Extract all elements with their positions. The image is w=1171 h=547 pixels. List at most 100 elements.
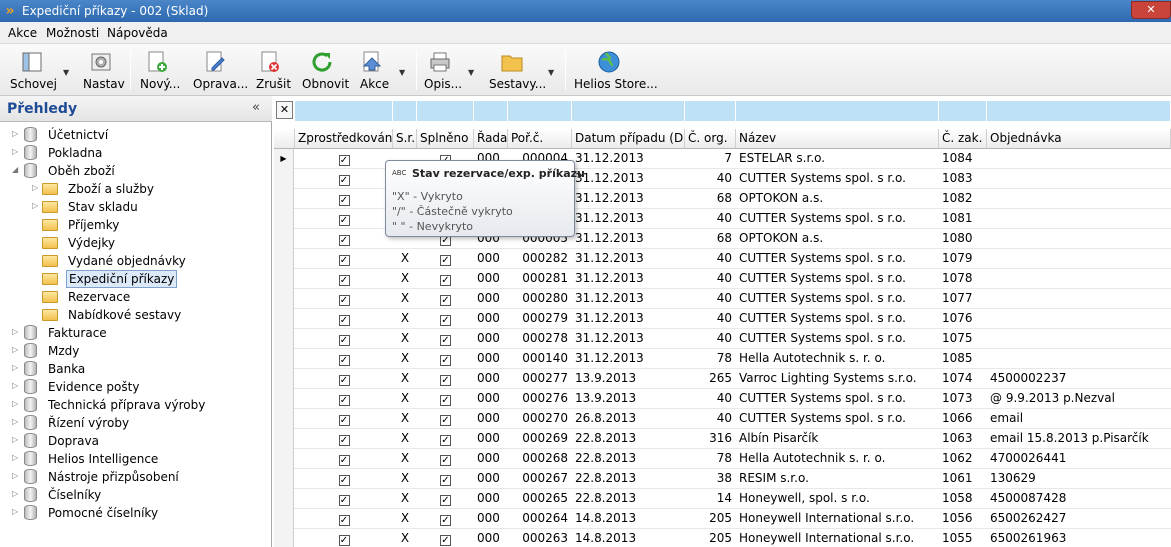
sidebar-item[interactable]: ▷ Banka (12, 360, 258, 378)
checkbox[interactable]: ✓ (440, 435, 451, 446)
filter-cell[interactable] (939, 101, 987, 121)
table-row[interactable]: ✓ X ✓ 000 000268 22.8.2013 78 Hella Autotechnik… (274, 449, 1171, 469)
expand-icon[interactable]: ▷ (12, 344, 21, 356)
col-header-c-zak[interactable]: Č. zak. (939, 129, 987, 149)
checkbox[interactable]: ✓ (338, 175, 350, 186)
table-row[interactable]: ✓ X ✓ 000 000270 26.8.2013 40 CUTTER Systems sp… (274, 409, 1171, 429)
expand-icon[interactable]: ▷ (32, 200, 41, 212)
checkbox[interactable]: ✓ (338, 375, 350, 386)
sidebar-item[interactable]: Příjemky (32, 216, 258, 234)
menu-moznosti[interactable]: Možnosti (46, 26, 99, 40)
checkbox[interactable]: ✓ (440, 535, 451, 546)
checkbox[interactable]: ✓ (338, 155, 350, 166)
row-indicator[interactable] (274, 169, 294, 189)
col-header-c-org[interactable]: Č. org. (685, 129, 736, 149)
sidebar-item[interactable]: ▷ Doprava (12, 432, 258, 450)
sidebar-item[interactable]: ▷ Zboží a služby (32, 180, 258, 198)
expand-icon[interactable]: ▷ (32, 182, 41, 194)
col-header-nazev[interactable]: Název (736, 129, 939, 149)
checkbox[interactable]: ✓ (440, 475, 451, 486)
sidebar-item[interactable]: ▷ Mzdy (12, 342, 258, 360)
expand-icon[interactable]: ▷ (12, 434, 21, 446)
checkbox[interactable]: ✓ (440, 335, 451, 346)
table-row[interactable]: ✓ X ✓ 000 000263 14.8.2013 205 Honeywell Intern… (274, 529, 1171, 547)
sidebar-item[interactable]: ▷ Účetnictví (12, 126, 258, 144)
menu-akce[interactable]: Akce (8, 26, 37, 40)
expand-icon[interactable]: ▷ (12, 380, 21, 392)
checkbox[interactable]: ✓ (338, 495, 350, 506)
sidebar-item[interactable]: ▷ Stav skladu (32, 198, 258, 216)
row-indicator[interactable] (274, 189, 294, 209)
helios-store-button[interactable]: Helios Store... (571, 46, 658, 94)
collapse-sidebar-icon[interactable]: « (252, 100, 260, 115)
checkbox[interactable]: ✓ (440, 495, 451, 506)
expand-icon[interactable]: ▷ (12, 470, 21, 482)
sidebar-item[interactable]: ▷ Pomocné číselníky (12, 504, 258, 522)
checkbox[interactable]: ✓ (440, 375, 451, 386)
chevron-down-icon[interactable]: ▼ (63, 68, 69, 77)
checkbox[interactable]: ✓ (338, 215, 350, 226)
row-indicator[interactable] (274, 389, 294, 409)
sidebar-item[interactable]: ▷ Číselníky (12, 486, 258, 504)
filter-cell[interactable] (987, 101, 1171, 121)
sidebar-item[interactable]: ▷ Řízení výroby (12, 414, 258, 432)
table-row[interactable]: ✓ X ✓ 000 000264 14.8.2013 205 Honeywell Intern… (274, 509, 1171, 529)
expand-icon[interactable]: ▷ (12, 416, 21, 428)
table-row[interactable]: ✓ X ✓ 000 000276 13.9.2013 40 CUTTER Systems sp… (274, 389, 1171, 409)
checkbox[interactable]: ✓ (338, 535, 350, 546)
checkbox[interactable]: ✓ (338, 335, 350, 346)
checkbox[interactable]: ✓ (440, 275, 451, 286)
expand-icon[interactable]: ▷ (12, 362, 21, 374)
checkbox[interactable]: ✓ (338, 195, 350, 206)
chevron-down-icon[interactable]: ▼ (548, 68, 554, 77)
table-row[interactable]: ✓ X ✓ 000 000277 13.9.2013 265 Varroc Lighting … (274, 369, 1171, 389)
sidebar-item[interactable]: ▷ Technická příprava výroby (12, 396, 258, 414)
sidebar-item[interactable]: ▷ Nástroje přizpůsobení (12, 468, 258, 486)
row-indicator[interactable] (274, 209, 294, 229)
checkbox[interactable]: ✓ (338, 235, 350, 246)
close-window-button[interactable]: ✕ (1131, 1, 1171, 19)
sidebar-item[interactable]: ▷ Helios Intelligence (12, 450, 258, 468)
nastav-button[interactable]: Nastav (80, 46, 125, 94)
row-indicator[interactable] (274, 369, 294, 389)
checkbox[interactable]: ✓ (338, 435, 350, 446)
row-indicator[interactable] (274, 309, 294, 329)
filter-cell[interactable] (685, 101, 736, 121)
col-header-stav-rezervace[interactable]: S.r. (393, 129, 417, 149)
collapse-icon[interactable]: ◢ (12, 164, 21, 176)
chevron-down-icon[interactable]: ▼ (399, 68, 405, 77)
chevron-down-icon[interactable]: ▼ (468, 68, 474, 77)
checkbox[interactable]: ✓ (338, 315, 350, 326)
row-indicator[interactable] (274, 469, 294, 489)
menu-napoveda[interactable]: Nápověda (107, 26, 168, 40)
table-row[interactable]: ✓ X ✓ 000 000267 22.8.2013 38 RESIM s.r.o. 1061 1… (274, 469, 1171, 489)
checkbox[interactable]: ✓ (338, 515, 350, 526)
checkbox[interactable]: ✓ (440, 515, 451, 526)
checkbox[interactable]: ✓ (338, 275, 350, 286)
zrusit-button[interactable]: Zrušit (253, 46, 291, 94)
table-row[interactable]: ✓ X ✓ 000 000278 31.12.2013 40 CUTTER Systems s… (274, 329, 1171, 349)
sestavy-button[interactable]: Sestavy... ▼ (486, 46, 560, 94)
row-indicator[interactable] (274, 409, 294, 429)
filter-cell[interactable] (474, 101, 508, 121)
checkbox[interactable]: ✓ (440, 455, 451, 466)
row-indicator[interactable] (274, 509, 294, 529)
schovej-button[interactable]: Schovej ▼ (4, 46, 74, 94)
table-row[interactable]: ✓ X ✓ 000 000281 31.12.2013 40 CUTTER Systems s… (274, 269, 1171, 289)
checkbox[interactable]: ✓ (338, 415, 350, 426)
sidebar-item[interactable]: ▷ Fakturace (12, 324, 258, 342)
row-indicator[interactable] (274, 269, 294, 289)
filter-cell[interactable] (393, 101, 417, 121)
row-indicator[interactable] (274, 349, 294, 369)
opis-button[interactable]: Opis... ▼ (421, 46, 481, 94)
row-indicator[interactable] (274, 449, 294, 469)
row-indicator[interactable] (274, 329, 294, 349)
row-indicator[interactable]: ▶ (274, 149, 294, 169)
expand-icon[interactable]: ▷ (12, 146, 21, 158)
checkbox[interactable]: ✓ (440, 255, 451, 266)
row-indicator[interactable] (274, 489, 294, 509)
expand-icon[interactable]: ▷ (12, 506, 21, 518)
table-row[interactable]: ✓ X ✓ 000 000279 31.12.2013 40 CUTTER Systems s… (274, 309, 1171, 329)
sidebar-item[interactable]: Expediční příkazy (32, 270, 258, 288)
checkbox[interactable]: ✓ (440, 355, 451, 366)
